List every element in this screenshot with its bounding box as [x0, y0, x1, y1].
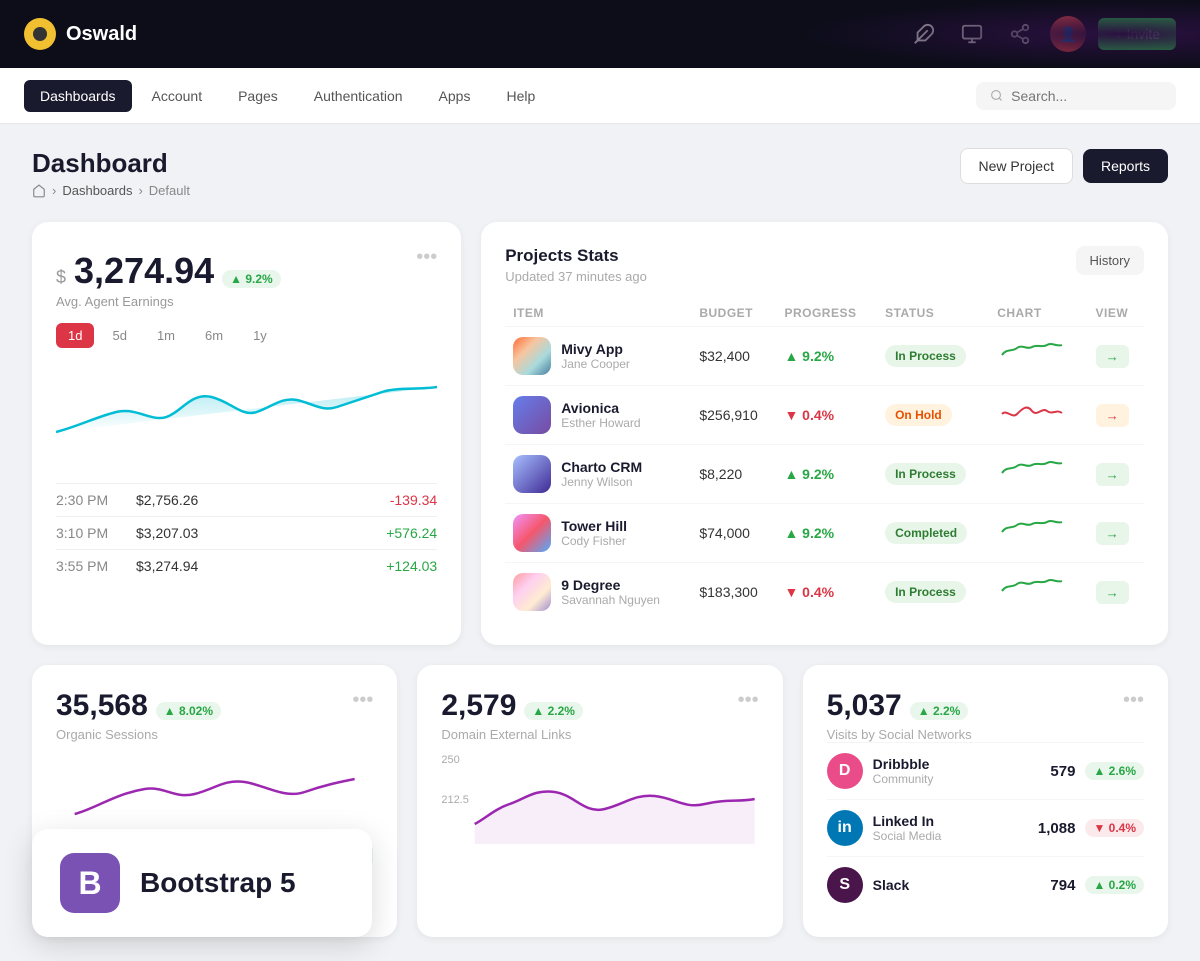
- earnings-rows: 2:30 PM $2,756.26 -139.34 3:10 PM $3,207…: [56, 483, 437, 582]
- time-filter-1m[interactable]: 1m: [145, 323, 187, 348]
- app-name: Oswald: [66, 23, 137, 46]
- breadcrumb-current: Default: [149, 183, 190, 198]
- projects-title: Projects Stats: [505, 246, 647, 266]
- time-filter-1y[interactable]: 1y: [241, 323, 279, 348]
- social-rows: D Dribbble Community 579 ▲ 2.6% in Linke…: [827, 742, 1144, 913]
- bootstrap-title: Bootstrap 5: [140, 867, 296, 899]
- external-number: 2,579 ▲ 2.2%: [441, 689, 583, 723]
- external-badge: ▲ 2.2%: [524, 702, 583, 720]
- organic-label: Organic Sessions: [56, 727, 221, 742]
- earnings-chart: [56, 362, 437, 467]
- subnav-item-apps[interactable]: Apps: [423, 80, 487, 112]
- main-content: Dashboard › Dashboards › Default New Pro…: [0, 124, 1200, 961]
- view-button[interactable]: →: [1096, 581, 1129, 604]
- external-links-card: 2,579 ▲ 2.2% Domain External Links ••• 2…: [417, 665, 782, 937]
- user-avatar[interactable]: 👤: [1050, 16, 1086, 52]
- social-row: in Linked In Social Media 1,088 ▼ 0.4%: [827, 799, 1144, 856]
- external-label: Domain External Links: [441, 727, 583, 742]
- earnings-value: $ 3,274.94 ▲ 9.2%: [56, 250, 281, 292]
- bootstrap-icon: B: [60, 853, 120, 913]
- history-button[interactable]: History: [1076, 246, 1144, 275]
- table-row: Mivy App Jane Cooper $32,400 ▲ 9.2% In P…: [505, 327, 1144, 386]
- social-row: D Dribbble Community 579 ▲ 2.6%: [827, 742, 1144, 799]
- top-cards-grid: $ 3,274.94 ▲ 9.2% Avg. Agent Earnings ••…: [32, 222, 1168, 645]
- organic-number: 35,568 ▲ 8.02%: [56, 689, 221, 723]
- earnings-row-1: 3:10 PM $3,207.03 +576.24: [56, 516, 437, 549]
- subnav-item-help[interactable]: Help: [490, 80, 551, 112]
- col-status: STATUS: [877, 300, 989, 327]
- search-input[interactable]: [1011, 88, 1162, 104]
- col-progress: PROGRESS: [776, 300, 877, 327]
- topbar-actions: 👤 + Invite: [906, 16, 1176, 52]
- earnings-menu-dots[interactable]: •••: [416, 246, 437, 269]
- col-view: VIEW: [1088, 300, 1144, 327]
- view-button[interactable]: →: [1096, 345, 1129, 368]
- subnav-item-dashboards[interactable]: Dashboards: [24, 80, 132, 112]
- icon-monitor[interactable]: [954, 16, 990, 52]
- breadcrumb-dashboards[interactable]: Dashboards: [62, 183, 132, 198]
- projects-table: ITEM BUDGET PROGRESS STATUS CHART VIEW M…: [505, 300, 1144, 621]
- social-number: 5,037 ▲ 2.2%: [827, 689, 972, 723]
- page-header: Dashboard › Dashboards › Default New Pro…: [32, 148, 1168, 198]
- new-project-button[interactable]: New Project: [960, 148, 1073, 184]
- table-row: Charto CRM Jenny Wilson $8,220 ▲ 9.2% In…: [505, 445, 1144, 504]
- organic-badge: ▲ 8.02%: [156, 702, 221, 720]
- time-filter-6m[interactable]: 6m: [193, 323, 235, 348]
- table-row: Avionica Esther Howard $256,910 ▼ 0.4% O…: [505, 386, 1144, 445]
- projects-card: Projects Stats Updated 37 minutes ago Hi…: [481, 222, 1168, 645]
- invite-button[interactable]: + Invite: [1098, 18, 1176, 50]
- social-row: S Slack 794 ▲ 0.2%: [827, 856, 1144, 913]
- col-chart: CHART: [989, 300, 1087, 327]
- reports-button[interactable]: Reports: [1083, 149, 1168, 183]
- projects-subtitle: Updated 37 minutes ago: [505, 269, 647, 284]
- page-title: Dashboard: [32, 148, 190, 179]
- organic-menu-dots[interactable]: •••: [352, 689, 373, 712]
- subnav-item-authentication[interactable]: Authentication: [298, 80, 419, 112]
- social-label: Visits by Social Networks: [827, 727, 972, 742]
- earnings-row-2: 3:55 PM $3,274.94 +124.03: [56, 549, 437, 582]
- col-budget: BUDGET: [691, 300, 776, 327]
- view-button[interactable]: →: [1096, 404, 1129, 427]
- projects-header: Projects Stats Updated 37 minutes ago Hi…: [505, 246, 1144, 284]
- earnings-badge: ▲ 9.2%: [222, 270, 281, 288]
- subnav: Dashboards Account Pages Authentication …: [0, 68, 1200, 124]
- time-filter-5d[interactable]: 5d: [100, 323, 138, 348]
- time-filters: 1d 5d 1m 6m 1y: [56, 323, 437, 348]
- social-menu-dots[interactable]: •••: [1123, 689, 1144, 712]
- organic-chart: [56, 754, 373, 834]
- table-row: 9 Degree Savannah Nguyen $183,300 ▼ 0.4%…: [505, 563, 1144, 622]
- view-button[interactable]: →: [1096, 522, 1129, 545]
- page-actions: New Project Reports: [960, 148, 1169, 184]
- breadcrumb: › Dashboards › Default: [32, 183, 190, 198]
- table-row: Tower Hill Cody Fisher $74,000 ▲ 9.2% Co…: [505, 504, 1144, 563]
- col-item: ITEM: [505, 300, 691, 327]
- external-chart: 250 212.5: [441, 754, 758, 844]
- earnings-row-0: 2:30 PM $2,756.26 -139.34: [56, 483, 437, 516]
- search-box[interactable]: [976, 82, 1176, 110]
- icon-feather[interactable]: [906, 16, 942, 52]
- topbar: Oswald 👤 + Invite: [0, 0, 1200, 68]
- external-menu-dots[interactable]: •••: [738, 689, 759, 712]
- logo[interactable]: Oswald: [24, 18, 137, 50]
- social-networks-card: 5,037 ▲ 2.2% Visits by Social Networks •…: [803, 665, 1168, 937]
- subnav-item-pages[interactable]: Pages: [222, 80, 294, 112]
- earnings-label: Avg. Agent Earnings: [56, 294, 281, 309]
- time-filter-1d[interactable]: 1d: [56, 323, 94, 348]
- social-badge: ▲ 2.2%: [910, 702, 969, 720]
- icon-share[interactable]: [1002, 16, 1038, 52]
- earnings-card: $ 3,274.94 ▲ 9.2% Avg. Agent Earnings ••…: [32, 222, 461, 645]
- bottom-cards-grid: 35,568 ▲ 8.02% Organic Sessions ••• Cana…: [32, 665, 1168, 937]
- view-button[interactable]: →: [1096, 463, 1129, 486]
- logo-icon: [24, 18, 56, 50]
- bootstrap-overlay: B Bootstrap 5: [32, 829, 372, 937]
- subnav-item-account[interactable]: Account: [136, 80, 219, 112]
